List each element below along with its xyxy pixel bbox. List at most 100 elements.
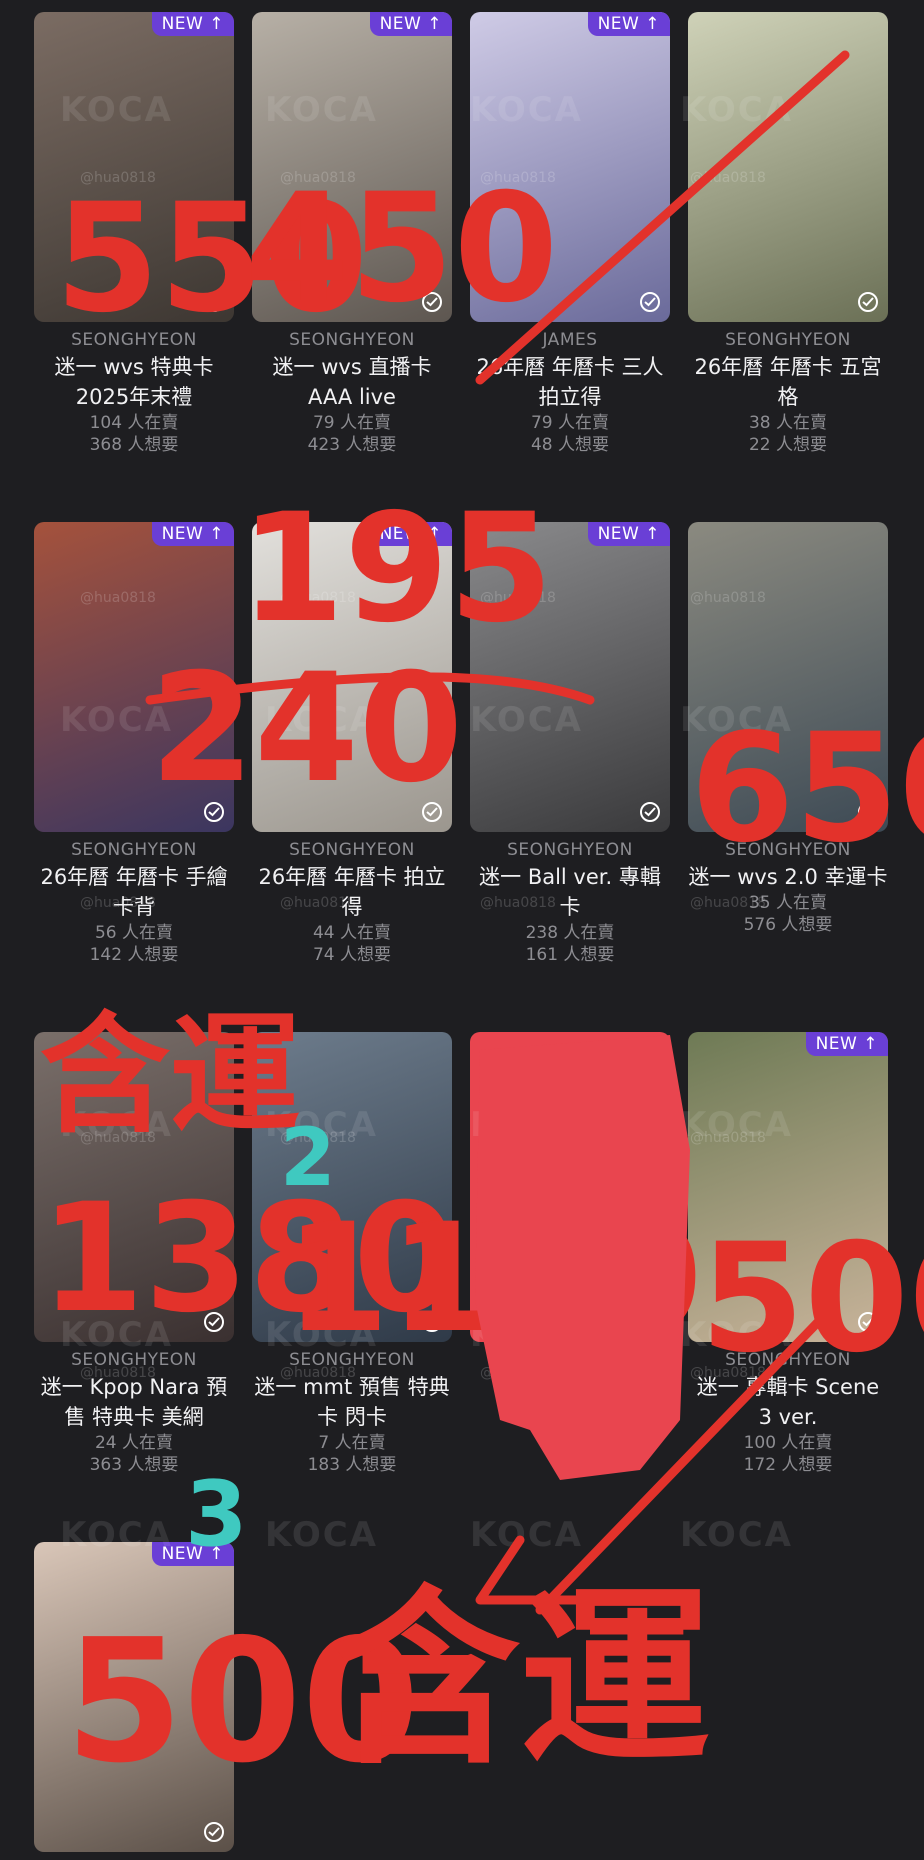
artist-name: SEONGHYEON xyxy=(289,330,415,350)
koca-watermark: KOCA xyxy=(265,90,378,130)
sellers-count: 104 人在賣 xyxy=(89,413,179,433)
check-icon xyxy=(204,292,224,312)
card-thumbnail[interactable]: NEW ↑ xyxy=(688,1032,888,1342)
new-badge: NEW ↑ xyxy=(587,12,670,36)
wants-count: 576 人想要 xyxy=(743,915,833,935)
handle-watermark: @hua0818 xyxy=(280,170,356,186)
card-photo xyxy=(688,522,888,832)
card-title[interactable]: 迷一 Ball ver. 專輯卡 xyxy=(470,862,670,922)
handle-watermark: @hua0818 xyxy=(480,590,556,606)
wants-count: 74 人想要 xyxy=(312,945,392,965)
koca-watermark: KOCA xyxy=(680,90,793,130)
artist-name: JAMES xyxy=(542,330,598,350)
card-thumbnail[interactable] xyxy=(470,1032,670,1342)
card-thumbnail[interactable]: NEW ↑ xyxy=(34,12,234,322)
new-badge: NEW ↑ xyxy=(151,522,234,546)
koca-watermark: KOCA xyxy=(60,1315,173,1355)
card-title[interactable]: 26年曆 年曆卡 五宮格 xyxy=(688,352,888,412)
wants-count: 363 人想要 xyxy=(89,1455,179,1475)
wants-count: 172 人想要 xyxy=(743,1455,833,1475)
card-title[interactable]: 迷一 專輯卡 Scene 3 ver. xyxy=(688,1372,888,1432)
handle-watermark: @hua0818 xyxy=(480,1130,556,1146)
sellers-count: 24 人在賣 xyxy=(94,1433,174,1453)
koca-watermark: KOCA xyxy=(470,90,583,130)
check-icon xyxy=(204,1822,224,1842)
card-title[interactable]: 迷一 mmt 預售 特典卡 閃卡 xyxy=(252,1372,452,1432)
photocard-item[interactable]: NEW ↑ xyxy=(34,1542,234,1860)
koca-watermark: KOCA xyxy=(60,700,173,740)
card-thumbnail[interactable] xyxy=(688,12,888,322)
wants-count: 423 人想要 xyxy=(307,435,397,455)
new-badge: NEW ↑ xyxy=(151,12,234,36)
artist-name: SEONGHYEON xyxy=(725,330,851,350)
wants-count: 161 人想要 xyxy=(525,945,615,965)
artist-name: SEONGHYEON xyxy=(507,840,633,860)
new-badge: NEW ↑ xyxy=(369,12,452,36)
photocard-item[interactable]: SEONGHYEON 26年曆 年曆卡 五宮格 38 人在賣 22 人想要 xyxy=(688,12,888,456)
card-title[interactable]: 迷一 wvs 2.0 幸運卡 xyxy=(688,862,888,892)
check-icon xyxy=(422,292,442,312)
handle-watermark: @hua0818 xyxy=(280,1365,356,1381)
new-badge: NEW ↑ xyxy=(587,522,670,546)
sellers-count: 79 人在賣 xyxy=(530,413,610,433)
sellers-count: 238 人在賣 xyxy=(525,923,615,943)
handle-watermark: @hua0818 xyxy=(480,895,556,911)
check-icon xyxy=(204,1312,224,1332)
handle-watermark: @hua0818 xyxy=(690,1130,766,1146)
card-thumbnail[interactable]: NEW ↑ xyxy=(252,522,452,832)
card-title[interactable]: 26年曆 年曆卡 手繪卡背 xyxy=(34,862,234,922)
photocard-item[interactable]: NEW ↑ SEONGHYEON 迷一 wvs 直播卡 AAA live 79 … xyxy=(252,12,452,456)
handle-watermark: @hua0818 xyxy=(80,895,156,911)
koca-watermark: KOCA xyxy=(680,1515,793,1555)
new-badge: NEW ↑ xyxy=(805,1032,888,1056)
sellers-count: 8 人 xyxy=(553,1381,587,1401)
sellers-count: 38 人在賣 xyxy=(748,413,828,433)
check-icon xyxy=(422,1312,442,1332)
handle-watermark: @hua0818 xyxy=(80,590,156,606)
card-photo xyxy=(252,12,452,322)
handle-watermark: @hua0818 xyxy=(480,170,556,186)
card-thumbnail[interactable]: NEW ↑ xyxy=(470,12,670,322)
photocard-item[interactable]: NEW ↑ SEONGHYEON 迷一 專輯卡 Scene 3 ver. 100… xyxy=(688,1032,888,1476)
koca-watermark: KOCA xyxy=(680,1315,793,1355)
koca-watermark: KOCA xyxy=(265,700,378,740)
koca-watermark: KOCA xyxy=(60,90,173,130)
card-title[interactable]: 26年曆 年曆卡 拍立得 xyxy=(252,862,452,922)
koca-watermark: KOCA xyxy=(265,1315,378,1355)
card-thumbnail[interactable] xyxy=(688,522,888,832)
handle-watermark: @hua0818 xyxy=(280,590,356,606)
card-thumbnail[interactable]: NEW ↑ xyxy=(252,12,452,322)
card-title[interactable]: 26年曆 年曆卡 三人拍立得 xyxy=(470,352,670,412)
card-title[interactable]: 迷一 wvs 直播卡 AAA live xyxy=(252,352,452,412)
wants-count: 368 人想要 xyxy=(89,435,179,455)
handle-watermark: @hua0818 xyxy=(280,1130,356,1146)
sellers-count: 7 人在賣 xyxy=(318,1433,386,1453)
handle-watermark: @hua0818 xyxy=(280,895,356,911)
check-icon xyxy=(640,1312,660,1332)
card-thumbnail[interactable] xyxy=(34,1032,234,1342)
card-thumbnail[interactable] xyxy=(252,1032,452,1342)
card-photo xyxy=(252,1032,452,1342)
sellers-count: 56 人在賣 xyxy=(94,923,174,943)
card-title[interactable]: 迷一 wvs 特典卡 2025年末禮 xyxy=(34,352,234,412)
card-thumbnail[interactable]: NEW ↑ xyxy=(470,522,670,832)
card-photo xyxy=(34,522,234,832)
note-shipping-2: 含運 xyxy=(330,1569,710,1772)
koca-watermark: KOCA xyxy=(470,1515,583,1555)
photocard-item[interactable]: NEW ↑ SEONGHYEON 迷一 wvs 特典卡 2025年末禮 104 … xyxy=(34,12,234,456)
photocard-item[interactable]: SEONGHYEON 迷一 Kpop Nara 預售 特典卡 美網 24 人在賣… xyxy=(34,1032,234,1476)
handle-watermark: @hua0818 xyxy=(480,1365,556,1381)
koca-watermark: KOCA xyxy=(60,1515,173,1555)
new-badge: NEW ↑ xyxy=(369,522,452,546)
artist-name: SEONGHYEON xyxy=(725,840,851,860)
wants-count: 183 人想要 xyxy=(307,1455,397,1475)
photocard-item[interactable]: SEONGHYEON 迷一 mmt 預售 特典卡 閃卡 7 人在賣 183 人想… xyxy=(252,1032,452,1476)
handle-watermark: @hua0818 xyxy=(80,170,156,186)
card-photo xyxy=(34,1542,234,1852)
check-icon xyxy=(858,292,878,312)
card-thumbnail[interactable]: NEW ↑ xyxy=(34,522,234,832)
card-thumbnail[interactable]: NEW ↑ xyxy=(34,1542,234,1852)
card-title[interactable]: 迷一 Kpop Nara 預售 特典卡 美網 xyxy=(34,1372,234,1432)
artist-name: SEONGHYEON xyxy=(71,330,197,350)
photocard-item[interactable]: NEW ↑ JAMES 26年曆 年曆卡 三人拍立得 79 人在賣 48 人想要 xyxy=(470,12,670,456)
